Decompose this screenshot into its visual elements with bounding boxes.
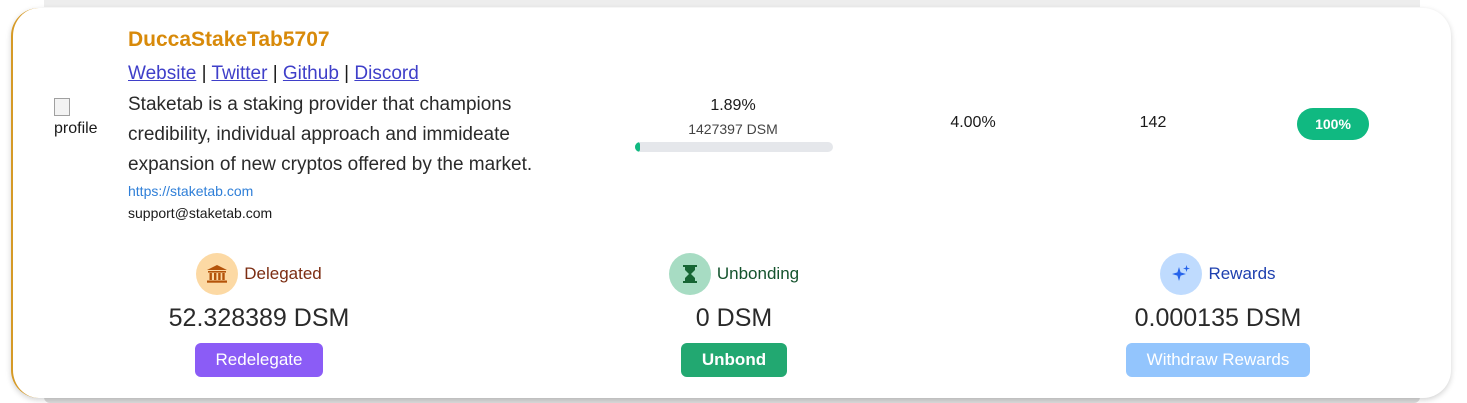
sparkles-icon [1160, 253, 1203, 295]
rewards-value: 0.000135 DSM [1134, 304, 1302, 332]
bank-icon [196, 253, 239, 295]
commission-rate: 4.00% [950, 114, 996, 131]
delegated-value: 52.328389 DSM [168, 304, 350, 332]
profile-alt-text: profile [54, 120, 98, 137]
validator-name: DuccaStakeTab5707 [128, 28, 330, 51]
vote-count: 142 [1139, 114, 1167, 131]
link-separator: | [201, 63, 207, 84]
voting-power-bar [635, 142, 833, 152]
hourglass-icon [668, 253, 711, 295]
voting-power-bar-fill [635, 142, 640, 152]
redelegate-button[interactable]: Redelegate [194, 343, 324, 377]
delegated-label: Delegated [244, 264, 322, 283]
link-separator: | [344, 63, 350, 84]
validator-site-url[interactable]: https://staketab.com [128, 183, 253, 199]
delegated-stat: Delegated 52.328389 DSM Redelegate [109, 253, 409, 377]
validator-description: Staketab is a staking provider that cham… [128, 94, 533, 175]
profile-image: profile [54, 98, 110, 148]
uptime-badge: 100% [1297, 108, 1369, 140]
validator-links: Website | Twitter | Github | Discord [128, 63, 419, 85]
rewards-stat: Rewards 0.000135 DSM Withdraw Rewards [1068, 253, 1368, 377]
unbond-button[interactable]: Unbond [680, 343, 788, 377]
voting-power-amount: 1427397 DSM [688, 121, 778, 137]
broken-image-icon [54, 98, 70, 116]
twitter-link[interactable]: Twitter [211, 63, 267, 84]
voting-power-percent: 1.89% [710, 97, 756, 114]
rewards-label: Rewards [1208, 264, 1276, 283]
discord-link[interactable]: Discord [354, 63, 418, 84]
withdraw-rewards-button[interactable]: Withdraw Rewards [1125, 343, 1311, 377]
validator-card: profile DuccaStakeTab5707 Website | Twit… [11, 8, 1451, 398]
unbonding-stat: Unbonding 0 DSM Unbond [584, 253, 884, 377]
github-link[interactable]: Github [283, 63, 339, 84]
validator-email: support@staketab.com [128, 205, 273, 221]
unbonding-label: Unbonding [716, 264, 800, 283]
website-link[interactable]: Website [128, 63, 196, 84]
previous-card-edge [44, 0, 1420, 7]
unbonding-value: 0 DSM [695, 304, 773, 332]
link-separator: | [272, 63, 278, 84]
